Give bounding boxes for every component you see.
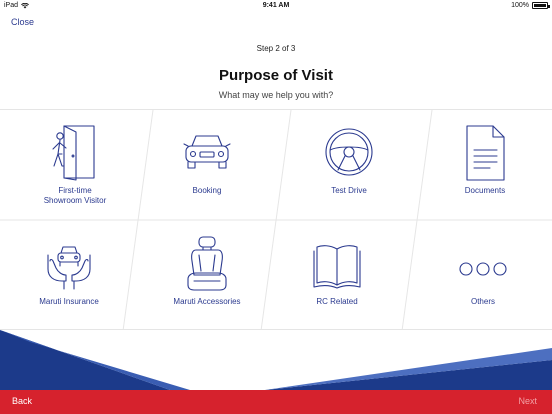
car-icon: [182, 124, 232, 182]
step-indicator: Step 2 of 3: [256, 44, 296, 53]
option-label: Documents: [464, 186, 506, 195]
more-dots-icon: [458, 235, 508, 293]
document-icon: [460, 124, 510, 182]
status-bar: iPad 9:41 AM 100%: [0, 0, 552, 12]
open-book-icon: [312, 235, 362, 293]
page-title: Purpose of Visit: [219, 67, 333, 84]
option-booking[interactable]: Booking: [138, 110, 276, 220]
page-subtitle: What may we help you with?: [218, 90, 334, 100]
option-label: RC Related: [316, 297, 358, 306]
steering-wheel-icon: [324, 124, 374, 182]
option-maruti-insurance[interactable]: Maruti Insurance: [0, 221, 138, 329]
option-label: Maruti Accessories: [173, 297, 241, 306]
option-label: Maruti Insurance: [39, 297, 99, 306]
battery-icon: [532, 2, 550, 9]
status-right: 100%: [511, 2, 550, 9]
status-time: 9:41 AM: [262, 2, 290, 9]
option-test-drive[interactable]: Test Drive: [280, 110, 418, 220]
option-maruti-accessories[interactable]: Maruti Accessories: [138, 221, 276, 329]
option-rc-related[interactable]: RC Related: [268, 221, 406, 329]
option-label: Booking: [192, 186, 222, 195]
option-label: First-time Showroom Visitor: [10, 186, 140, 206]
door-walk-icon: [50, 124, 100, 182]
close-button[interactable]: Close: [11, 17, 34, 27]
option-label: Others: [470, 297, 495, 306]
decorative-background: [0, 330, 552, 390]
option-label: Test Drive: [331, 186, 367, 195]
battery-percent: 100%: [511, 2, 529, 9]
back-button[interactable]: Back: [12, 396, 32, 406]
purpose-grid: First-time Showroom Visitor Booking Test…: [0, 109, 552, 330]
option-label-line: First-time: [58, 186, 92, 195]
option-label-line: Showroom Visitor: [43, 196, 107, 205]
next-button[interactable]: Next: [518, 396, 537, 406]
car-seat-icon: [182, 235, 232, 293]
bottom-nav-bar: Back Next: [0, 390, 552, 414]
option-documents[interactable]: Documents: [416, 110, 552, 220]
option-first-time-visitor[interactable]: First-time Showroom Visitor: [6, 110, 144, 220]
car-in-hands-icon: [44, 235, 94, 293]
option-others[interactable]: Others: [414, 221, 552, 329]
